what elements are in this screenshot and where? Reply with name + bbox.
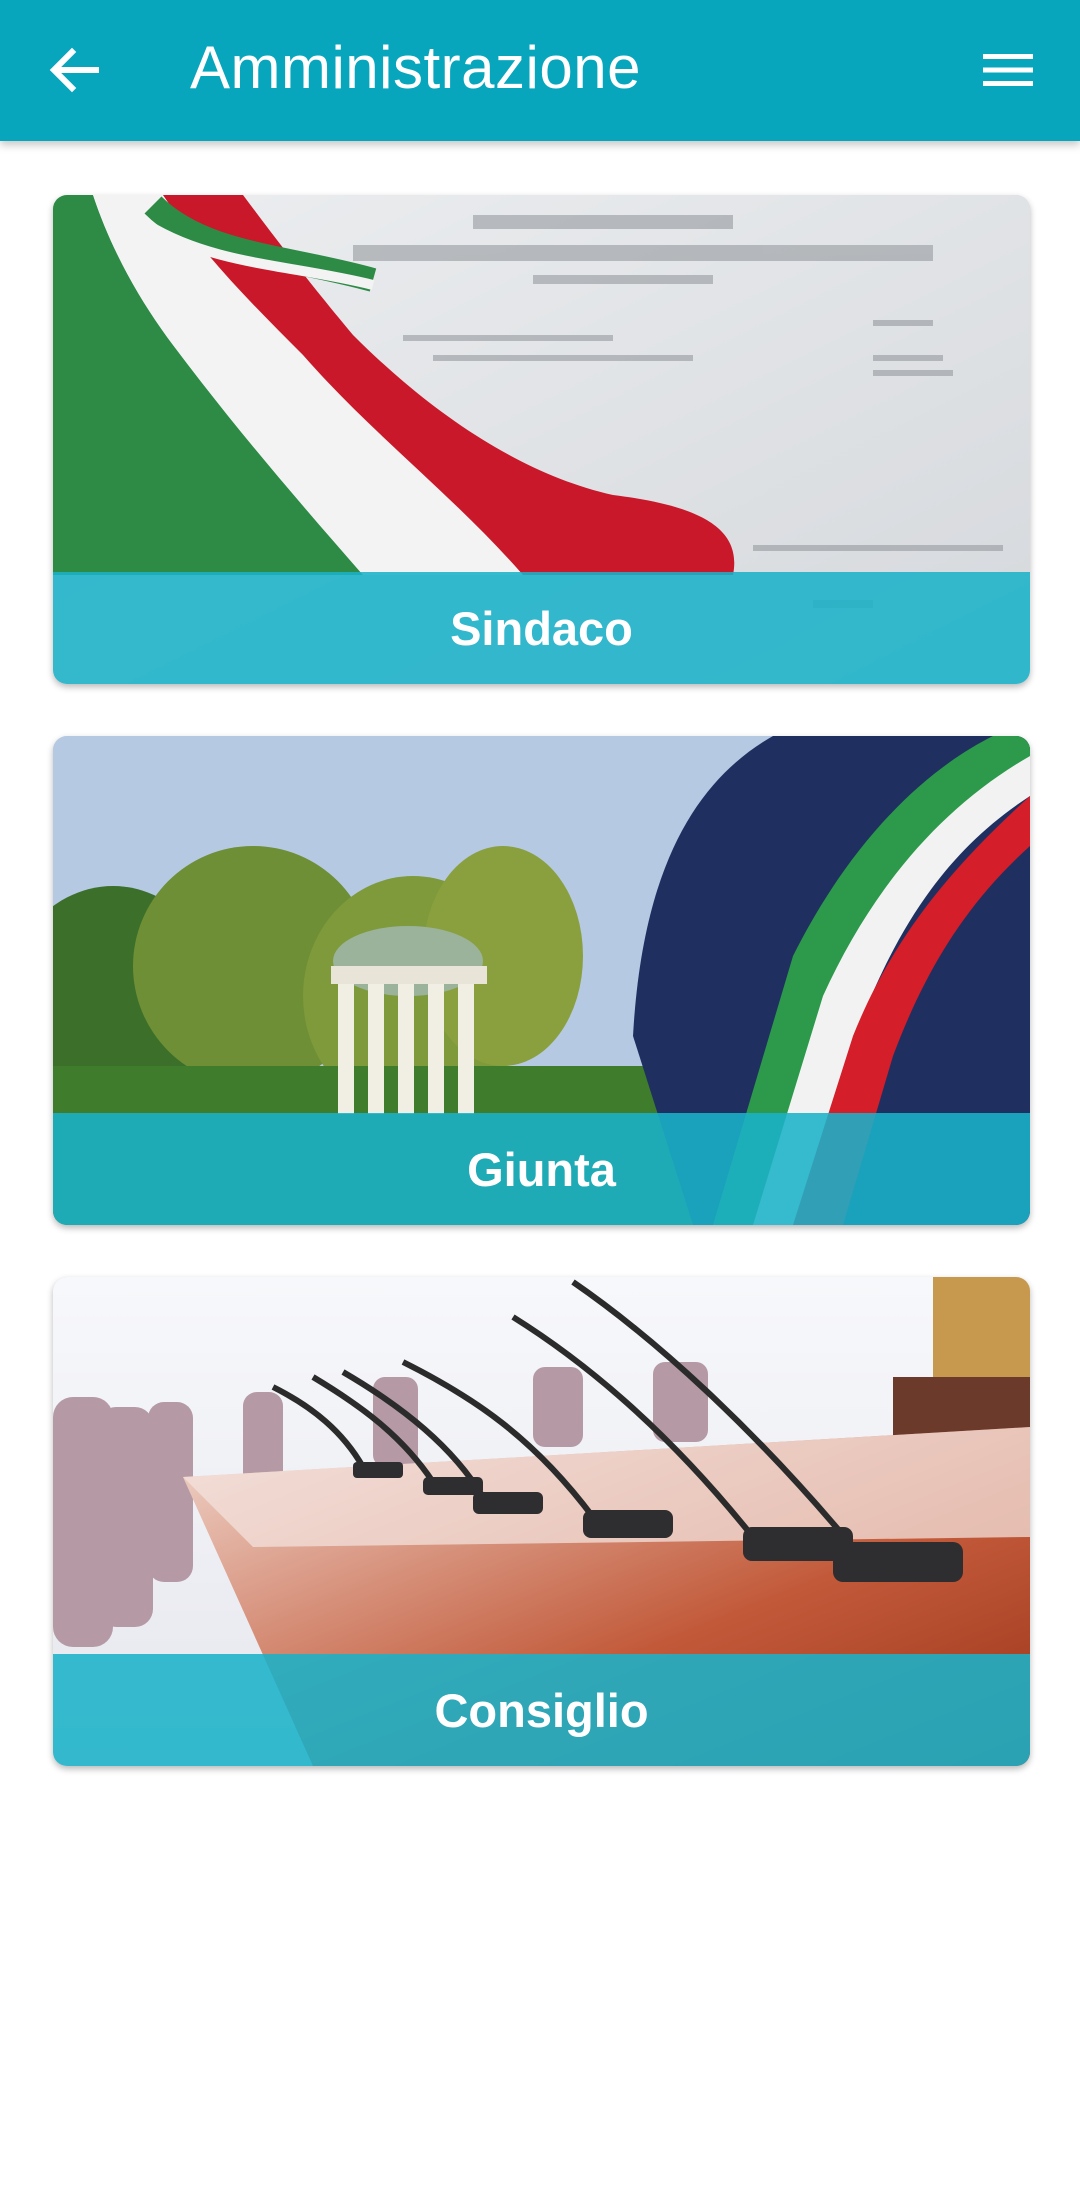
card-label: Giunta [467,1142,616,1196]
card-sindaco[interactable]: Sindaco [53,195,1030,684]
arrow-left-icon [49,47,99,93]
card-label: Sindaco [450,601,633,655]
app-bar: Amministrazione [0,0,1080,141]
card-caption: Consiglio [53,1654,1030,1766]
card-consiglio[interactable]: Consiglio [53,1277,1030,1766]
card-giunta[interactable]: Giunta [53,736,1030,1225]
card-label: Consiglio [434,1683,649,1737]
page-title: Amministrazione [190,34,641,101]
card-caption: Giunta [53,1113,1030,1225]
menu-button[interactable] [968,30,1048,110]
back-button[interactable] [34,30,114,110]
card-caption: Sindaco [53,572,1030,684]
hamburger-menu-icon [983,54,1033,86]
